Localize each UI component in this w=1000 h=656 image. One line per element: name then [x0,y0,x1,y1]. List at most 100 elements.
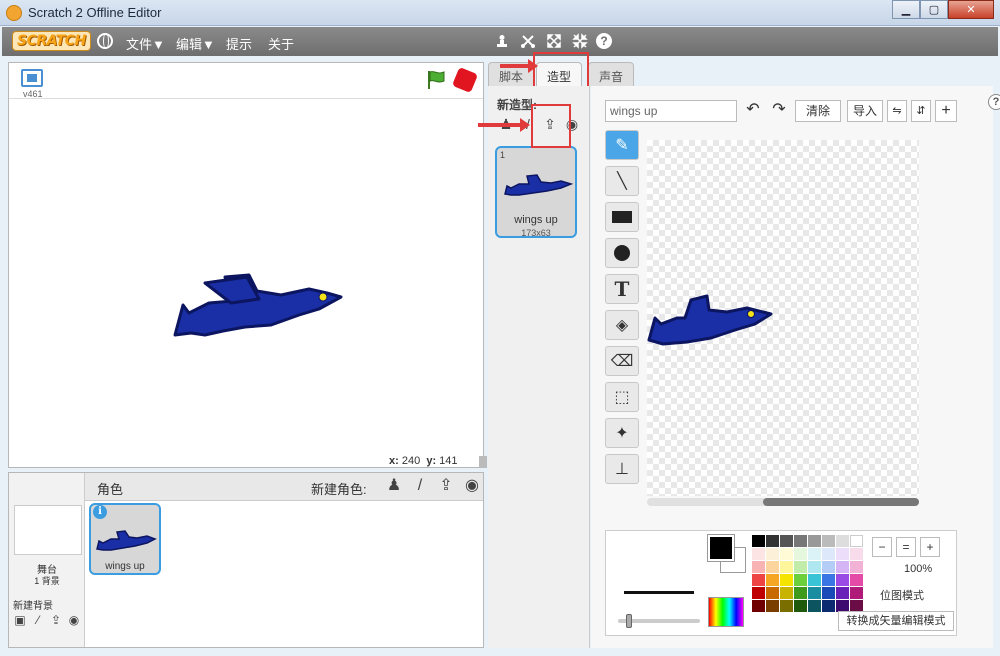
undo-icon[interactable]: ↶ [743,100,763,122]
help-glyph: ? [596,33,612,49]
cut-icon[interactable] [520,33,536,49]
clear-button[interactable]: 清除 [795,100,841,122]
backdrop-library-icon[interactable]: ▣ [13,613,27,627]
fill-tool-icon[interactable]: ◈ [605,310,639,340]
window-controls: ▁ ▢ ✕ [892,0,994,20]
eraser-tool-icon[interactable]: ⌫ [605,346,639,376]
stop-sign-icon[interactable] [451,66,479,94]
stage-canvas[interactable] [9,99,483,453]
menu-about[interactable]: 关于 [268,34,294,53]
primary-color-swatch[interactable] [707,534,735,562]
camera-backdrop-icon[interactable]: ◉ [67,613,81,627]
mouse-coordinates: x: 240 y: 141 [389,455,458,467]
sprite-thumb-bird [96,530,157,551]
color-picker-spectrum[interactable] [708,597,744,627]
help-icon[interactable]: ? [596,33,612,49]
text-tool-icon[interactable]: T [605,274,639,304]
zoom-in-icon[interactable]: + [920,537,940,557]
stamp-tool-icon[interactable]: ⊥ [605,454,639,484]
close-button[interactable]: ✕ [948,0,994,19]
redo-icon[interactable]: ↷ [769,100,789,122]
annotation-box-costumes-tab [533,52,589,90]
sprite-thumbnail[interactable]: i wings up [89,503,161,575]
info-icon[interactable]: i [93,505,107,519]
convert-to-vector-button[interactable]: 转换成矢量编辑模式 [838,611,954,631]
scratch-cat-icon [6,5,22,21]
sprite-library-icon[interactable]: ♟ [385,476,403,496]
x-label: x: [389,455,399,467]
costume-list: 新造型: ♟ / ⇪ ◉ 1 wings up 173x63 [488,86,590,648]
presentation-mode-icon[interactable] [21,69,43,87]
upload-backdrop-icon[interactable]: ⇪ [49,613,63,627]
version-label: v461 [23,89,43,99]
canvas-horizontal-scrollbar[interactable] [647,498,919,506]
sprite-name: wings up [105,561,145,572]
magic-wand-icon[interactable]: ✦ [605,418,639,448]
paint-canvas[interactable] [647,140,919,496]
set-center-icon[interactable]: + [935,100,957,122]
zoom-percentage: 100% [904,563,933,575]
stage-column: 舞台 1 背景 新建背景 ▣ ⁄ ⇪ ◉ [9,473,85,647]
menu-bar: SCRATCH 文件▼ 编辑▼ 提示 关于 ? [2,27,998,56]
annotation-arrow-costumes [500,59,538,73]
scratch-logo[interactable]: SCRATCH [12,31,91,51]
upload-sprite-icon[interactable]: ⇪ [437,476,455,496]
tab-sounds[interactable]: 声音 [588,62,635,86]
new-sprite-tools: ♟ / ⇪ ◉ [385,476,481,496]
new-sprite-label: 新建角色: [311,482,367,497]
menu-edit[interactable]: 编辑▼ [176,34,215,53]
sprites-header: 角色 新建角色: ♟ / ⇪ ◉ [85,473,483,501]
maximize-button[interactable]: ▢ [920,0,948,19]
new-backdrop-tools: ▣ ⁄ ⇪ ◉ [13,613,81,627]
sprites-title: 角色 [97,482,124,497]
ellipse-tool-icon[interactable] [605,238,639,268]
bitmap-mode-label: 位图模式 [880,590,924,602]
flip-vertical-icon[interactable]: ⇵ [911,100,931,122]
costume-name-input[interactable]: wings up [605,100,737,122]
bird-sprite[interactable] [9,99,483,453]
import-button[interactable]: 导入 [847,100,883,122]
language-globe-icon[interactable] [97,33,113,49]
stage-thumbnail[interactable] [14,505,82,555]
stage-panel: v461 x: 240 y: 141 [8,62,484,468]
flip-horizontal-icon[interactable]: ⇋ [887,100,907,122]
annotation-arrow-upload [478,118,530,132]
menu-tips[interactable]: 提示 [226,34,252,53]
slider-knob[interactable] [626,614,632,628]
paint-backdrop-icon[interactable]: ⁄ [31,613,45,627]
y-value: 141 [439,455,458,467]
collapse-stage-handle[interactable] [479,456,487,468]
zoom-out-icon[interactable]: − [872,537,892,557]
costume-number: 1 [500,150,506,160]
zoom-reset-icon[interactable]: = [896,537,916,557]
help-icon-editor[interactable]: ? [988,94,1000,110]
shrink-icon[interactable] [572,33,588,49]
paint-options-panel: − = + 100% 位图模式 转换成矢量编辑模式 [605,530,957,636]
x-value: 240 [401,455,421,467]
camera-sprite-icon[interactable]: ◉ [463,476,481,496]
annotation-box-upload [531,104,571,148]
y-label: y: [426,455,437,467]
costume-card[interactable]: 1 wings up 173x63 [495,146,577,238]
menu-file[interactable]: 文件▼ [126,34,165,53]
rectangle-tool-icon[interactable] [605,202,639,232]
canvas-bird [647,294,773,346]
new-backdrop-label: 新建背景 [13,601,53,612]
paint-editor: wings up ↶ ↷ 清除 导入 ⇋ ⇵ + ? ✎ ╲ T ◈ ⌫ ⬚ ✦… [591,86,1000,648]
select-tool-icon[interactable]: ⬚ [605,382,639,412]
duplicate-icon[interactable] [494,33,510,49]
backdrop-count: 1 背景 [34,576,60,586]
window-titlebar: Scratch 2 Offline Editor ▁ ▢ ✕ [0,0,1000,26]
sprite-panel: 舞台 1 背景 新建背景 ▣ ⁄ ⇪ ◉ 角色 新建角色: ♟ / ⇪ ◉ i … [8,472,484,648]
line-tool-icon[interactable]: ╲ [605,166,639,196]
scrollbar-thumb[interactable] [763,498,919,506]
paint-toolbar: ✎ ╲ T ◈ ⌫ ⬚ ✦ ⊥ [605,130,641,490]
line-width-slider[interactable] [618,614,700,628]
green-flag-icon[interactable] [425,69,447,91]
brush-tool-icon[interactable]: ✎ [605,130,639,160]
minimize-button[interactable]: ▁ [892,0,920,19]
paint-sprite-icon[interactable]: / [411,476,429,496]
stage-toolbar: v461 [9,63,483,99]
grow-icon[interactable] [546,33,562,49]
costume-size: 173x63 [521,228,551,238]
